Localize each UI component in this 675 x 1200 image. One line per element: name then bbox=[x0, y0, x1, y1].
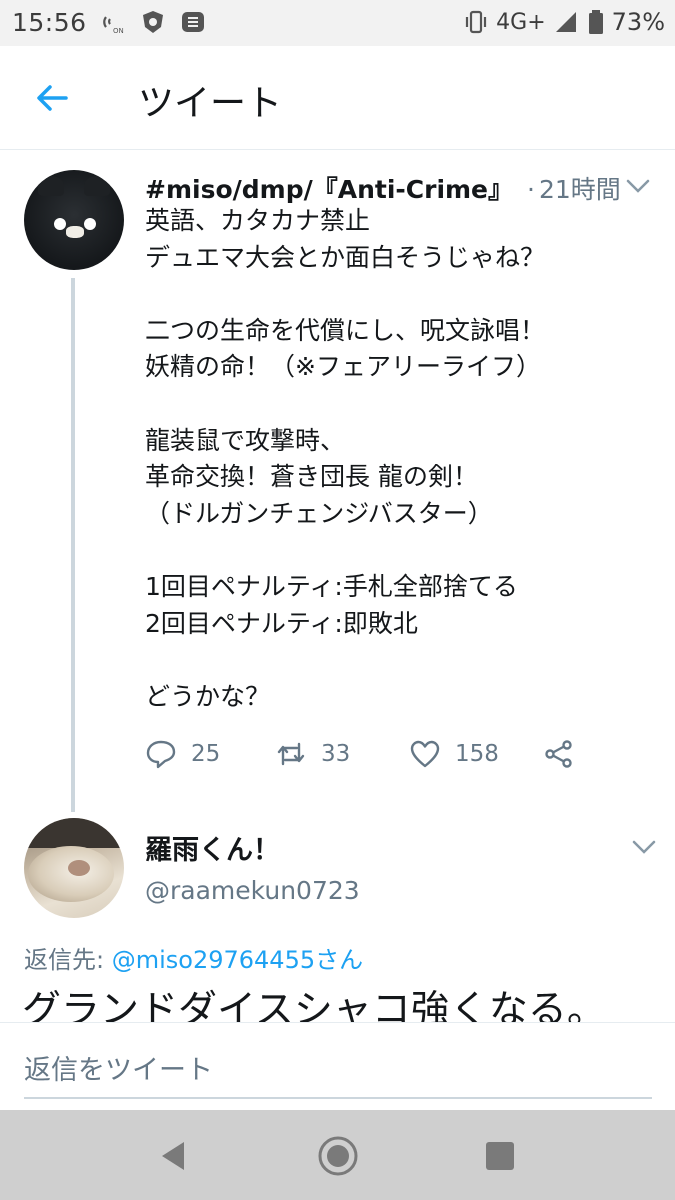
share-icon bbox=[545, 740, 572, 768]
page-title: ツイート bbox=[138, 83, 283, 124]
app-notification-icon bbox=[182, 12, 204, 32]
reply-button[interactable]: 25 bbox=[145, 738, 220, 770]
tweet-line: 革命交換！蒼き団長 龍の剣！ bbox=[145, 462, 478, 492]
tweet-time[interactable]: 21時間 bbox=[539, 170, 621, 206]
retweet-icon bbox=[277, 742, 305, 766]
reply-input[interactable]: 返信をツイート bbox=[24, 1048, 213, 1087]
tweet-line bbox=[145, 276, 665, 313]
tweet-actions: 25 33 158 bbox=[145, 738, 605, 778]
battery-percent: 73% bbox=[611, 8, 665, 36]
nav-recents-icon[interactable] bbox=[478, 1134, 522, 1178]
retweet-count: 33 bbox=[321, 741, 351, 767]
tweet-line: 妖精の命！（※フェアリーライフ） bbox=[145, 352, 541, 382]
reply-avatar[interactable] bbox=[24, 818, 124, 918]
back-arrow-icon[interactable] bbox=[30, 76, 74, 120]
like-count: 158 bbox=[455, 741, 499, 767]
tweet-line: 二つの生命を代償にし、呪文詠唱！ bbox=[145, 315, 546, 345]
heart-icon bbox=[410, 740, 440, 768]
shield-app-icon bbox=[143, 11, 163, 33]
status-bar: 15:56 ON 4G+ 73% bbox=[0, 0, 675, 46]
reply-handle[interactable]: @raamekun0723 bbox=[145, 876, 360, 905]
display-name[interactable]: #miso/dmp/『Anti-Crime』 bbox=[145, 170, 513, 206]
network-type: 4G+ bbox=[496, 9, 546, 35]
status-right: 4G+ 73% bbox=[464, 8, 665, 36]
tweet-line: 英語、カタカナ禁止 bbox=[145, 206, 371, 235]
status-time: 15:56 bbox=[12, 8, 87, 37]
nav-back-icon[interactable] bbox=[152, 1134, 196, 1178]
nav-home-icon[interactable] bbox=[316, 1134, 360, 1178]
tweet-line bbox=[145, 642, 665, 679]
tweet-line: デュエマ大会とか面白そうじゃね？ bbox=[145, 242, 546, 272]
reply-display-name[interactable]: 羅雨くん！ bbox=[145, 828, 280, 867]
retweet-button[interactable]: 33 bbox=[275, 738, 350, 770]
replying-label: 返信先: bbox=[24, 946, 112, 974]
navigation-bar bbox=[0, 1110, 675, 1200]
reply-count: 25 bbox=[191, 741, 221, 767]
tweet-line: （ドルガンチェンジバスター） bbox=[145, 498, 493, 528]
battery-icon bbox=[588, 10, 603, 34]
signal-icon bbox=[555, 12, 576, 32]
reply-text: グランドダイスシャコ強くなる。 bbox=[22, 988, 606, 1022]
replying-to: 返信先: @miso29764455さん bbox=[24, 940, 363, 975]
thread-line bbox=[71, 278, 75, 812]
tweet-line bbox=[145, 386, 665, 423]
input-underline bbox=[24, 1097, 652, 1099]
divider bbox=[0, 1022, 675, 1023]
like-button[interactable]: 158 bbox=[409, 738, 499, 770]
avatar[interactable] bbox=[24, 170, 124, 270]
tweet-line: 龍装鼠で攻撃時、 bbox=[145, 425, 346, 455]
share-button[interactable] bbox=[543, 738, 575, 770]
vibrate-icon bbox=[466, 10, 487, 34]
tweet-line: 1回目ペナルティ:手札全部捨てる bbox=[145, 571, 518, 601]
app-header: ツイート bbox=[0, 46, 675, 150]
tweet-header: #miso/dmp/『Anti-Crime』 · 21時間 bbox=[145, 170, 621, 206]
tweet-text: 英語、カタカナ禁止 デュエマ大会とか面白そうじゃね？ 二つの生命を代償にし、呪文… bbox=[145, 203, 665, 715]
tweet-line: どうかな？ bbox=[145, 681, 271, 711]
chevron-down-icon[interactable] bbox=[625, 176, 651, 196]
reply-icon bbox=[146, 740, 176, 769]
tweet-line bbox=[145, 532, 665, 569]
separator: · bbox=[527, 175, 535, 204]
wifi-calling-icon: ON bbox=[103, 16, 124, 35]
chevron-down-icon[interactable] bbox=[631, 837, 657, 857]
tweet-line: 2回目ペナルティ:即敗北 bbox=[145, 608, 418, 638]
mention-link[interactable]: @miso29764455さん bbox=[112, 946, 363, 974]
svg-text:ON: ON bbox=[113, 27, 124, 35]
